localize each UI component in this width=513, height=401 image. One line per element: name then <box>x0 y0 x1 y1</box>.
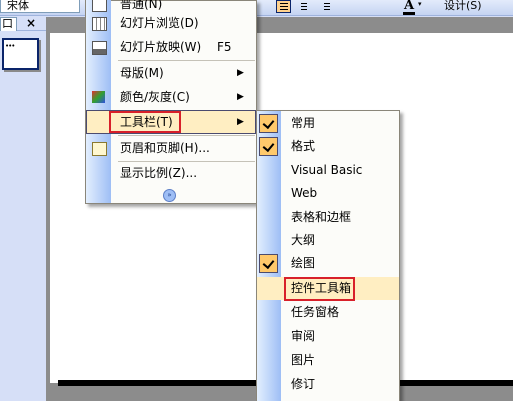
submenu-item-label: Visual Basic <box>291 162 363 177</box>
pane-close-icon[interactable]: × <box>26 16 36 30</box>
font-color-swatch <box>403 12 415 15</box>
menu-item-shortcut: F5 <box>217 40 232 54</box>
menu-item-slide-sorter[interactable]: 幻灯片浏览(D) <box>86 11 256 35</box>
menu-item-header-footer[interactable]: 页眉和页脚(H)... <box>86 136 256 160</box>
submenu-arrow-icon: ▶ <box>237 68 244 78</box>
align-right-button[interactable] <box>318 0 333 13</box>
submenu-item-reviewing[interactable]: 审阅 <box>257 325 399 348</box>
checkmark-icon <box>259 254 278 274</box>
annotation-highlight-toolbars <box>109 111 181 133</box>
submenu-item-label: 图片 <box>291 353 316 367</box>
submenu-item-label: 修订 <box>291 377 316 391</box>
slide-show-icon <box>92 41 107 55</box>
checkmark-icon <box>259 114 278 133</box>
submenu-arrow-icon: ▶ <box>237 92 244 102</box>
menu-item-zoom[interactable]: 显示比例(Z)... <box>86 161 256 185</box>
color-grayscale-icon <box>92 91 105 103</box>
submenu-item-task-pane[interactable]: 任务窗格 <box>257 301 399 324</box>
submenu-arrow-icon: ▶ <box>237 117 244 127</box>
menu-item-master[interactable]: 母版(M) ▶ <box>86 61 256 85</box>
tab-outline[interactable]: 口 <box>0 17 17 31</box>
submenu-item-label: 格式 <box>291 139 316 154</box>
menu-item-label: 颜色/灰度(C) <box>120 90 190 104</box>
align-center-button[interactable] <box>296 0 311 13</box>
submenu-item-picture[interactable]: 图片 <box>257 349 399 372</box>
checkmark-icon <box>259 137 278 157</box>
menu-item-label: 页眉和页脚(H)... <box>120 141 210 155</box>
submenu-item-label: 表格和边框 <box>291 209 352 224</box>
submenu-item-revisions[interactable]: 修订 <box>257 373 399 396</box>
menu-item-label: 幻灯片放映(W) <box>120 40 202 54</box>
align-left-icon <box>280 3 288 4</box>
header-footer-icon <box>92 142 107 156</box>
menu-item-color-grayscale[interactable]: 颜色/灰度(C) ▶ <box>86 85 256 109</box>
submenu-item-visual-basic[interactable]: Visual Basic <box>257 159 399 182</box>
expand-menu-icon[interactable]: » <box>163 189 176 202</box>
slide-sorter-icon <box>92 17 107 31</box>
submenu-item-label: 常用 <box>291 116 316 130</box>
thumbnail-text: ••• <box>5 42 15 50</box>
menu-item-slide-show[interactable]: 幻灯片放映(W) F5 <box>86 35 256 59</box>
menu-item-label: 母版(M) <box>120 66 164 80</box>
menu-item-label: 显示比例(Z)... <box>120 166 198 180</box>
align-left-button[interactable] <box>276 0 291 13</box>
submenu-item-outline[interactable]: 大纲 <box>257 229 399 252</box>
menu-item-label: 幻灯片浏览(D) <box>120 16 199 30</box>
font-name-box[interactable]: 宋体 <box>0 0 80 13</box>
submenu-item-standard[interactable]: 常用 <box>257 112 399 135</box>
font-color-dropdown-icon[interactable]: ▾ <box>418 0 422 8</box>
align-right-icon <box>324 3 330 4</box>
align-center-icon <box>301 3 307 4</box>
submenu-item-web[interactable]: Web <box>257 182 399 205</box>
submenu-item-label: Web <box>291 186 318 201</box>
submenu-item-label: 绘图 <box>291 256 316 271</box>
annotation-highlight-control-toolbox <box>284 277 355 301</box>
submenu-item-formatting[interactable]: 格式 <box>257 135 399 158</box>
submenu-item-label: 大纲 <box>291 233 316 247</box>
submenu-item-label: 任务窗格 <box>291 305 340 319</box>
design-button[interactable]: 设计(S) <box>444 0 482 12</box>
submenu-item-tables-borders[interactable]: 表格和边框 <box>257 206 399 229</box>
submenu-item-drawing[interactable]: 绘图 <box>257 252 399 275</box>
submenu-item-label: 审阅 <box>291 329 316 343</box>
